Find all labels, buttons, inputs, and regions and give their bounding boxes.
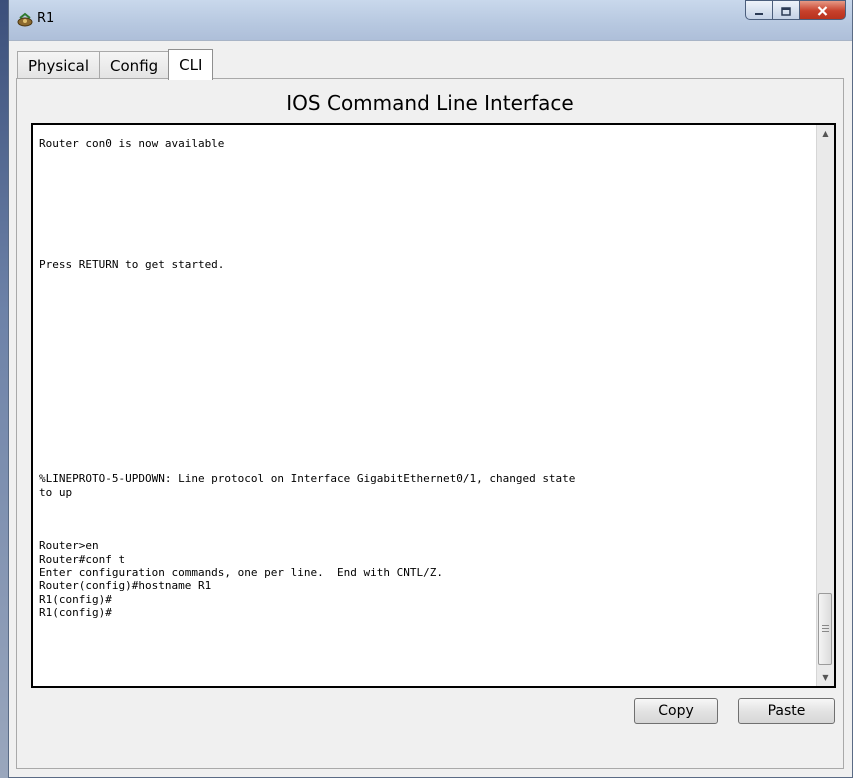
cli-panel: IOS Command Line Interface Router con0 i…	[16, 78, 844, 769]
scroll-up-arrow-icon[interactable]: ▲	[817, 125, 834, 142]
maximize-icon	[781, 1, 791, 20]
scrollbar-thumb[interactable]	[818, 593, 832, 665]
copy-button[interactable]: Copy	[634, 698, 718, 724]
minimize-button[interactable]	[745, 0, 773, 20]
window-controls	[745, 0, 846, 22]
close-icon	[817, 1, 828, 20]
tab-bar: Physical Config CLI	[17, 49, 214, 80]
tab-cli[interactable]: CLI	[168, 49, 214, 80]
title-bar[interactable]: R1	[9, 0, 852, 40]
vertical-scrollbar[interactable]: ▲ ▼	[816, 125, 834, 686]
maximize-button[interactable]	[773, 0, 800, 20]
grip-line	[822, 631, 829, 632]
window-client-area: Physical Config CLI IOS Command Line Int…	[9, 40, 852, 777]
cli-terminal[interactable]: Router con0 is now available Press RETUR…	[31, 123, 836, 688]
grip-line	[822, 628, 829, 629]
minimize-icon	[754, 1, 764, 20]
grip-line	[822, 625, 829, 626]
window-title: R1	[37, 11, 55, 26]
paste-button[interactable]: Paste	[738, 698, 835, 724]
scroll-down-arrow-icon[interactable]: ▼	[817, 669, 834, 686]
tab-physical[interactable]: Physical	[17, 51, 101, 79]
close-button[interactable]	[800, 0, 846, 20]
tab-config[interactable]: Config	[99, 51, 170, 79]
router-app-icon	[16, 12, 34, 28]
terminal-output[interactable]: Router con0 is now available Press RETUR…	[39, 137, 819, 620]
cli-heading: IOS Command Line Interface	[286, 91, 574, 115]
device-window: R1 Physical Config CLI IOS Command Line …	[8, 0, 853, 778]
